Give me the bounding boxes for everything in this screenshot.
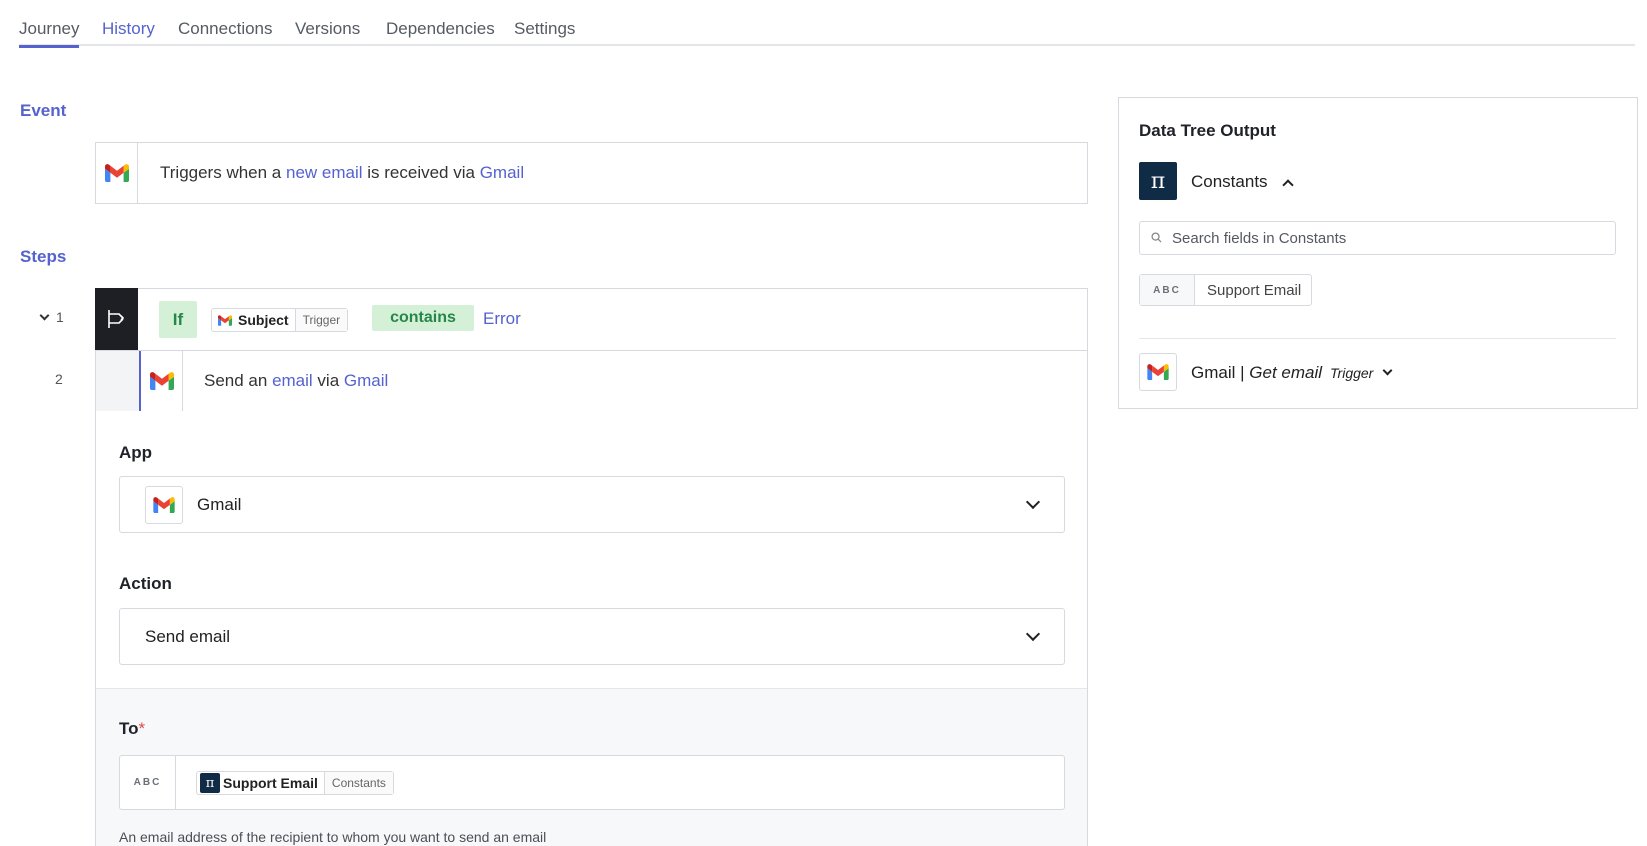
to-hint: An email address of the recipient to who… xyxy=(119,829,547,845)
if-label: If xyxy=(159,301,197,338)
steps-section-label: Steps xyxy=(20,247,67,266)
step-1-number[interactable]: 1 xyxy=(39,309,64,325)
search-fields-input[interactable]: Search fields in Constants xyxy=(1139,221,1616,255)
operator-label[interactable]: contains xyxy=(372,305,474,331)
event-card[interactable]: Triggers when a new email is received vi… xyxy=(95,142,1088,204)
chevron-up-icon[interactable] xyxy=(1282,179,1294,191)
step-2-description: Send an email via Gmail xyxy=(204,371,389,390)
step-config-panel: App Gmail Action Send email To* ABC π Su… xyxy=(95,411,1088,846)
gmail-icon xyxy=(141,351,183,411)
event-description: Triggers when a new email is received vi… xyxy=(160,163,525,182)
gmail-icon xyxy=(145,486,183,524)
constants-toggle[interactable]: Constants xyxy=(1191,172,1268,192)
tab-connections[interactable]: Connections xyxy=(178,19,273,39)
panel-title: Data Tree Output xyxy=(1139,121,1276,140)
email-link[interactable]: email xyxy=(272,371,313,390)
to-input[interactable]: ABC π Support Email Constants xyxy=(119,755,1065,810)
gmail-icon xyxy=(212,315,238,326)
data-tree-panel: Data Tree Output π Constants Search fiel… xyxy=(1118,97,1638,409)
chevron-down-icon[interactable] xyxy=(1382,365,1393,376)
collapse-chevron-icon[interactable] xyxy=(39,310,50,321)
action-label: Action xyxy=(119,574,172,593)
chevron-down-icon xyxy=(1025,494,1041,510)
divider xyxy=(1139,338,1616,339)
subject-field-chip[interactable]: Subject Trigger xyxy=(211,308,349,332)
gmail-icon xyxy=(1139,353,1177,391)
support-email-chip[interactable]: π Support Email Constants xyxy=(196,771,394,795)
constants-icon: π xyxy=(200,773,220,793)
to-label: To* xyxy=(119,719,146,738)
step-1-condition[interactable]: If Subject Trigger contains Error xyxy=(95,288,1088,350)
tab-bar: Journey History Connections Versions Dep… xyxy=(19,0,1635,48)
step-2-action[interactable]: Send an email via Gmail xyxy=(95,350,1088,412)
tab-journey[interactable]: Journey xyxy=(19,19,80,48)
search-icon xyxy=(1151,232,1162,243)
app-select[interactable]: Gmail xyxy=(119,476,1065,533)
tab-settings[interactable]: Settings xyxy=(514,19,575,39)
to-field-section: To* ABC π Support Email Constants An ema… xyxy=(96,688,1087,846)
new-email-link[interactable]: new email xyxy=(286,163,363,182)
condition-value[interactable]: Error xyxy=(483,309,521,329)
chevron-down-icon xyxy=(1025,626,1041,642)
tab-history[interactable]: History xyxy=(102,19,155,39)
type-badge: ABC xyxy=(1140,275,1195,305)
gmail-link[interactable]: Gmail xyxy=(344,371,388,390)
branch-icon xyxy=(95,288,138,350)
step-2-number: 2 xyxy=(55,371,63,387)
event-section-label: Event xyxy=(20,101,67,120)
gmail-link[interactable]: Gmail xyxy=(480,163,524,182)
support-email-field[interactable]: ABC Support Email xyxy=(1139,274,1312,306)
tab-dependencies[interactable]: Dependencies xyxy=(386,19,495,39)
type-badge: ABC xyxy=(120,756,176,809)
app-label: App xyxy=(119,443,153,462)
constants-icon: π xyxy=(1139,162,1177,200)
tab-versions[interactable]: Versions xyxy=(295,19,360,39)
gmail-icon xyxy=(96,143,138,203)
action-select[interactable]: Send email xyxy=(119,608,1065,665)
gmail-get-email-node[interactable]: Gmail | Get email Trigger xyxy=(1191,363,1373,383)
